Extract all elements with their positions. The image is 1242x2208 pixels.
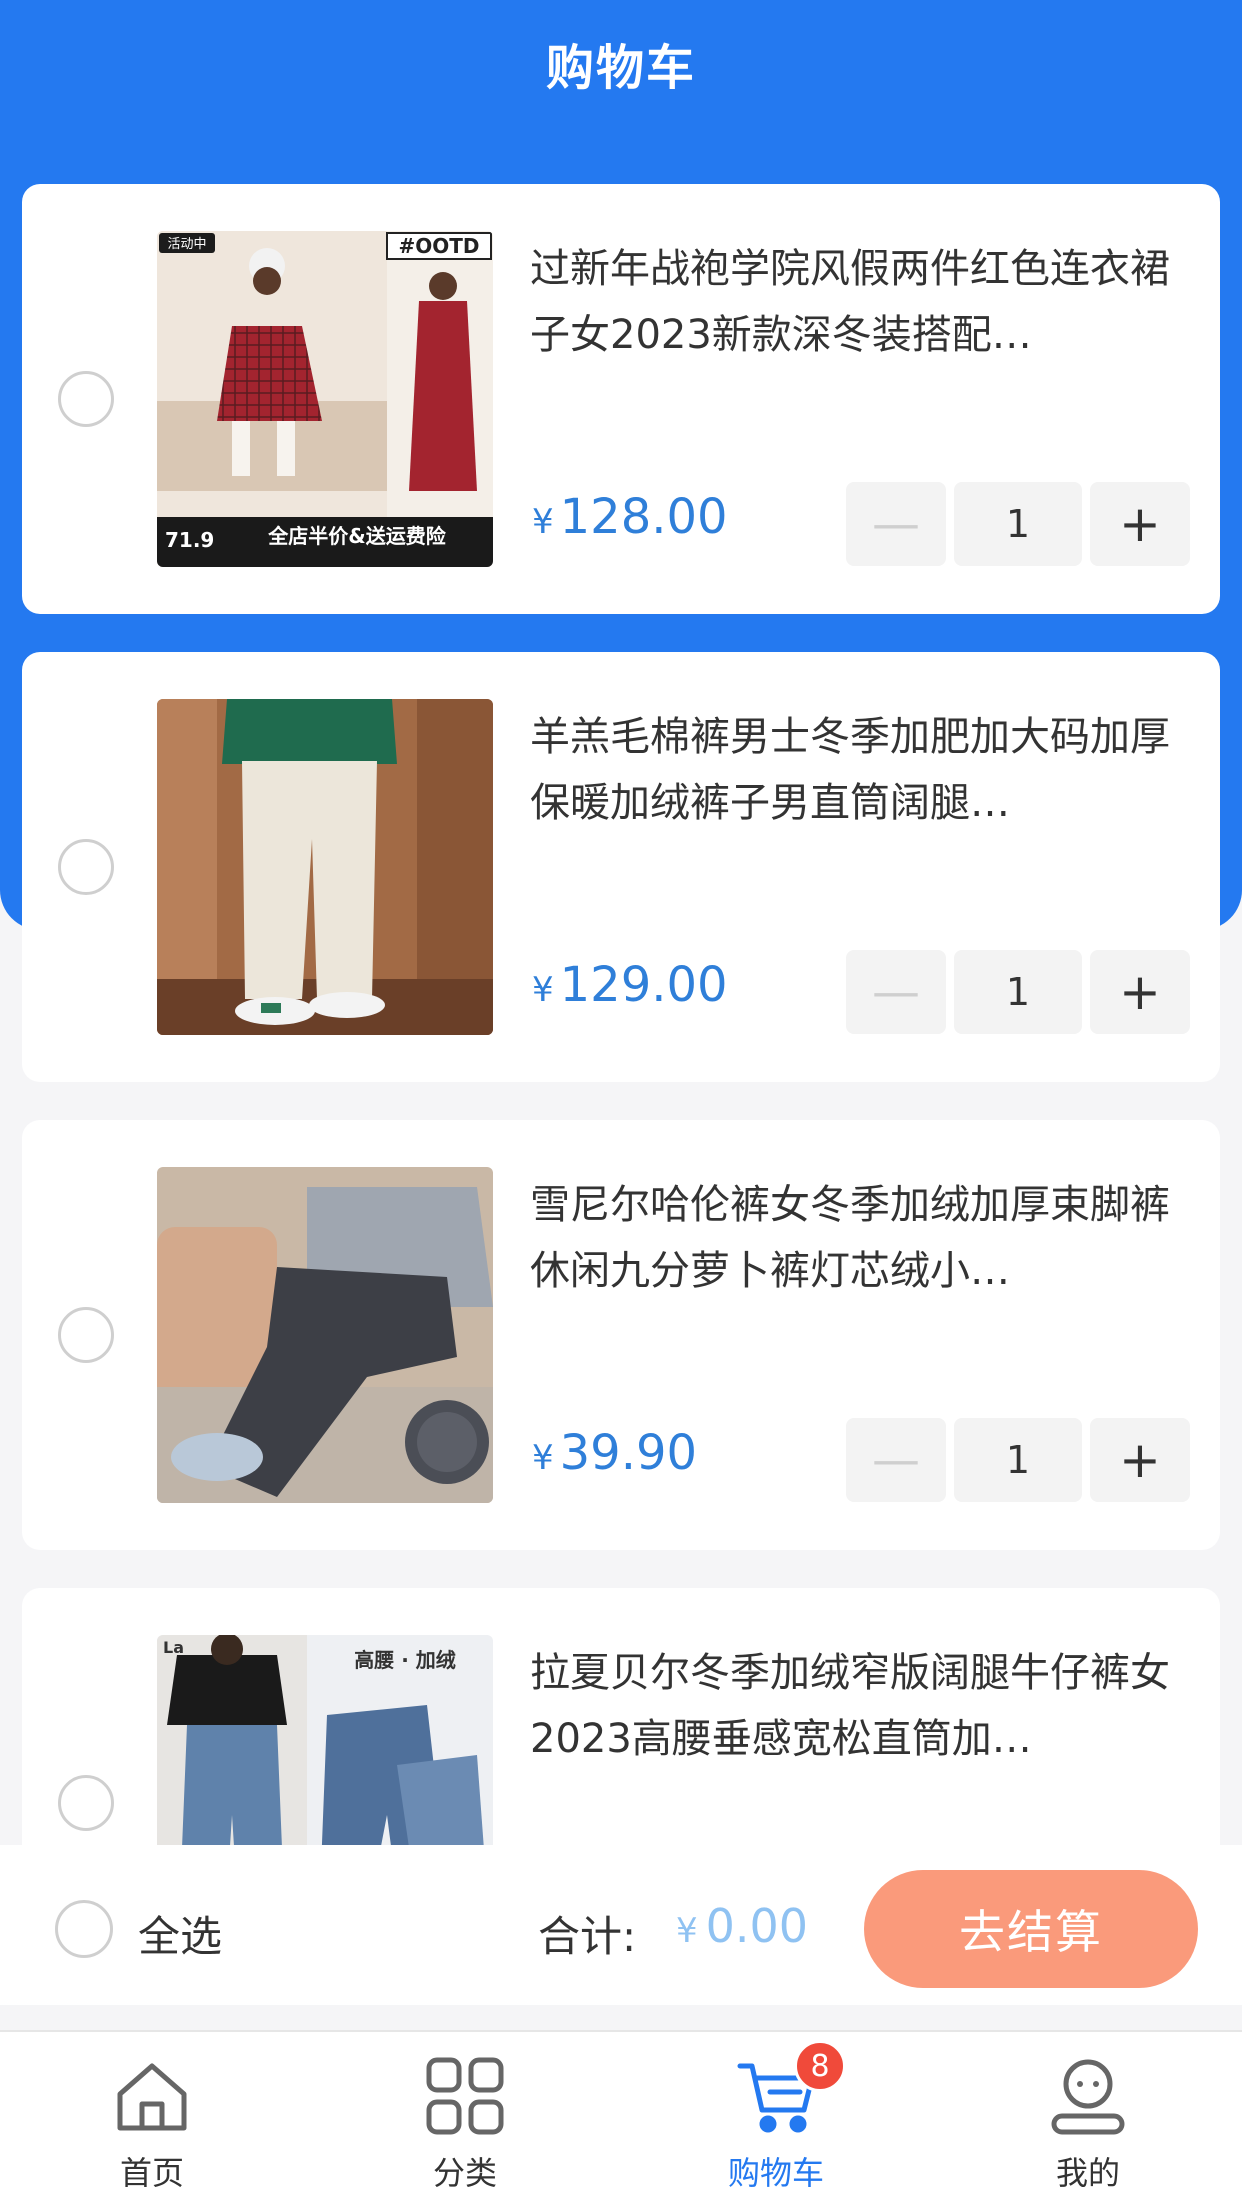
item-select-checkbox[interactable] bbox=[58, 1775, 114, 1831]
jeans-brand-text: La bbox=[163, 1638, 184, 1657]
ootd-tag-text: #OOTD bbox=[398, 234, 479, 258]
quantity-input[interactable]: 1 bbox=[954, 482, 1082, 566]
quantity-stepper: — 1 + bbox=[846, 482, 1190, 566]
product-image[interactable]: La 高腰 · 加绒 bbox=[157, 1635, 493, 1845]
grid-icon bbox=[423, 2054, 507, 2138]
jeans-tag-text: 高腰 · 加绒 bbox=[354, 1648, 456, 1672]
tab-bar: 首页 分类 8 购物车 我的 bbox=[0, 2030, 1242, 2208]
product-image[interactable] bbox=[157, 1167, 493, 1503]
price-value: 129.00 bbox=[559, 957, 728, 1013]
tab-category[interactable]: 分类 bbox=[365, 2054, 565, 2194]
home-icon bbox=[110, 2054, 194, 2138]
product-price: ¥39.90 bbox=[532, 1425, 697, 1481]
product-title[interactable]: 过新年战袍学院风假两件红色连衣裙子女2023新款深冬装搭配… bbox=[530, 236, 1195, 368]
increase-button[interactable]: + bbox=[1090, 482, 1190, 566]
tab-cart[interactable]: 8 购物车 bbox=[676, 2040, 876, 2194]
tab-label: 首页 bbox=[119, 2154, 184, 2192]
select-all-label[interactable]: 全选 bbox=[138, 1903, 222, 1964]
page-title: 购物车 bbox=[545, 40, 696, 96]
cart-item: 活动中 #OOTD 71.9 全店半价&送运费险 过新年战袍学院风假两件红色连衣… bbox=[22, 184, 1220, 614]
product-title[interactable]: 羊羔毛棉裤男士冬季加肥加大码加厚保暖加绒裤子男直筒阔腿… bbox=[530, 704, 1195, 836]
increase-button[interactable]: + bbox=[1090, 950, 1190, 1034]
decrease-button[interactable]: — bbox=[846, 482, 946, 566]
cart-item: La 高腰 · 加绒 拉夏贝尔冬季加绒窄版阔腿牛仔裤女2023高腰垂感宽松直筒加… bbox=[22, 1588, 1220, 1845]
currency-symbol: ¥ bbox=[532, 970, 554, 1010]
product-price: ¥129.00 bbox=[532, 957, 728, 1013]
increase-button[interactable]: + bbox=[1090, 1418, 1190, 1502]
product-title[interactable]: 拉夏贝尔冬季加绒窄版阔腿牛仔裤女2023高腰垂感宽松直筒加… bbox=[530, 1640, 1195, 1772]
quantity-stepper: — 1 + bbox=[846, 950, 1190, 1034]
tab-profile[interactable]: 我的 bbox=[988, 2054, 1188, 2194]
product-image[interactable] bbox=[157, 699, 493, 1035]
quantity-stepper: — 1 + bbox=[846, 1418, 1190, 1502]
cart-item: 羊羔毛棉裤男士冬季加肥加大码加厚保暖加绒裤子男直筒阔腿… ¥129.00 — 1… bbox=[22, 652, 1220, 1082]
currency-symbol: ¥ bbox=[676, 1911, 698, 1951]
checkout-button[interactable]: 去结算 bbox=[864, 1870, 1198, 1988]
promo-banner-text: 全店半价&送运费险 bbox=[267, 524, 446, 548]
profile-icon bbox=[1046, 2054, 1130, 2138]
decrease-button[interactable]: — bbox=[846, 950, 946, 1034]
item-select-checkbox[interactable] bbox=[58, 371, 114, 427]
item-select-checkbox[interactable] bbox=[58, 839, 114, 895]
quantity-input[interactable]: 1 bbox=[954, 950, 1082, 1034]
cart-list[interactable]: 活动中 #OOTD 71.9 全店半价&送运费险 过新年战袍学院风假两件红色连衣… bbox=[0, 180, 1242, 1845]
decrease-button[interactable]: — bbox=[846, 1418, 946, 1502]
price-value: 39.90 bbox=[559, 1425, 698, 1481]
tab-label: 我的 bbox=[1055, 2154, 1120, 2192]
price-value: 128.00 bbox=[559, 489, 728, 545]
total-value: 0.00 bbox=[705, 1899, 809, 1953]
promo-badge-text: 活动中 bbox=[167, 237, 206, 252]
tab-label: 购物车 bbox=[727, 2154, 824, 2192]
tab-label: 分类 bbox=[432, 2154, 497, 2192]
total-label: 合计: bbox=[538, 1912, 637, 1961]
cart-count-badge: 8 bbox=[794, 2040, 846, 2092]
cart-item: 雪尼尔哈伦裤女冬季加绒加厚束脚裤休闲九分萝卜裤灯芯绒小… ¥39.90 — 1 … bbox=[22, 1120, 1220, 1550]
currency-symbol: ¥ bbox=[532, 502, 554, 542]
product-price: ¥128.00 bbox=[532, 489, 728, 545]
product-title[interactable]: 雪尼尔哈伦裤女冬季加绒加厚束脚裤休闲九分萝卜裤灯芯绒小… bbox=[530, 1172, 1195, 1304]
cart-icon: 8 bbox=[734, 2040, 846, 2138]
select-all-checkbox[interactable] bbox=[55, 1900, 113, 1958]
product-image[interactable]: 活动中 #OOTD 71.9 全店半价&送运费险 bbox=[157, 231, 493, 567]
quantity-input[interactable]: 1 bbox=[954, 1418, 1082, 1502]
sale-price-text: 71.9 bbox=[165, 528, 214, 552]
currency-symbol: ¥ bbox=[532, 1438, 554, 1478]
item-select-checkbox[interactable] bbox=[58, 1307, 114, 1363]
tab-home[interactable]: 首页 bbox=[52, 2054, 252, 2194]
total-amount: ¥0.00 bbox=[676, 1899, 808, 1953]
checkout-bar: 全选 合计: ¥0.00 去结算 bbox=[0, 1845, 1242, 2005]
